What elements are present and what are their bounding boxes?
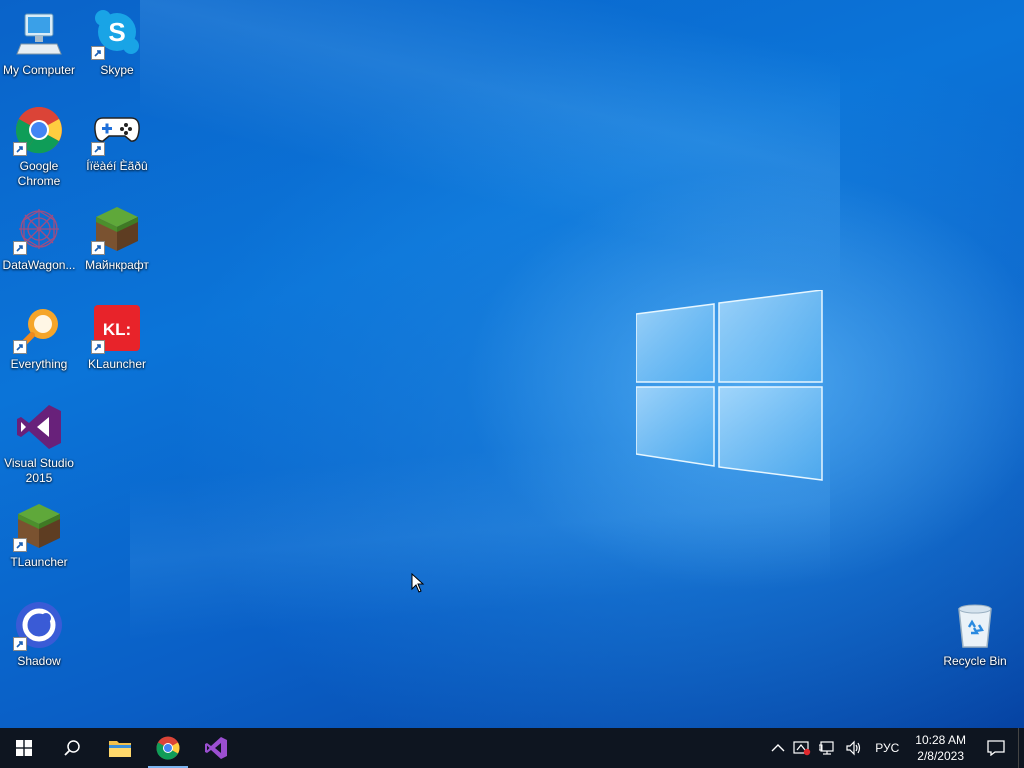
network-icon bbox=[819, 741, 834, 755]
shortcut-arrow-icon bbox=[91, 46, 105, 60]
desktop-icon-my-computer[interactable]: My Computer bbox=[0, 10, 78, 78]
start-button[interactable] bbox=[0, 728, 48, 768]
volume-button[interactable] bbox=[841, 728, 867, 768]
show-hidden-icons-button[interactable] bbox=[767, 728, 789, 768]
clock-date: 2/8/2023 bbox=[917, 749, 964, 763]
mouse-cursor-icon bbox=[411, 573, 425, 593]
chevron-up-icon bbox=[771, 744, 785, 752]
desktop-icon-label: DataWagon... bbox=[2, 258, 76, 272]
taskbar-file-explorer[interactable] bbox=[96, 728, 144, 768]
desktop-icon-label: KLauncher bbox=[87, 357, 147, 371]
tray-app-button[interactable] bbox=[789, 728, 815, 768]
show-desktop-button[interactable] bbox=[1018, 728, 1024, 768]
shortcut-arrow-icon bbox=[91, 241, 105, 255]
chrome-icon bbox=[13, 106, 63, 156]
windows-logo-wallpaper bbox=[636, 290, 823, 481]
desktop-icon-minecraft[interactable]: Майнкрафт bbox=[78, 205, 156, 273]
input-language-button[interactable]: РУС bbox=[867, 728, 907, 768]
desktop-icon-visual-studio-2015[interactable]: Visual Studio 2015 bbox=[0, 403, 78, 486]
folder-icon bbox=[109, 741, 131, 757]
desktop-icon-tlauncher[interactable]: TLauncher bbox=[0, 502, 78, 570]
shortcut-arrow-icon bbox=[13, 142, 27, 156]
notification-icon bbox=[987, 740, 1005, 756]
windows-start-icon bbox=[16, 740, 32, 756]
skype-logo-text: S bbox=[108, 17, 125, 47]
clock-time: 10:28 AM bbox=[915, 733, 966, 747]
desktop-icon-recycle-bin[interactable]: Recycle Bin bbox=[936, 601, 1014, 669]
desktop-icon-skype[interactable]: S Skype bbox=[78, 10, 156, 78]
taskbar-visual-studio[interactable] bbox=[192, 728, 240, 768]
shadow-icon bbox=[13, 601, 63, 651]
computer-icon bbox=[15, 10, 63, 58]
desktop-icon-google-chrome[interactable]: Google Chrome bbox=[0, 106, 78, 189]
search-icon bbox=[64, 740, 80, 756]
desktop[interactable]: My Computer S Skype Google Chrome Íïëàéí… bbox=[0, 0, 1024, 728]
desktop-icon-klauncher[interactable]: KL: KLauncher bbox=[78, 304, 156, 372]
desktop-icon-label: TLauncher bbox=[10, 555, 68, 569]
gamepad-icon bbox=[91, 106, 141, 156]
desktop-icon-label: Visual Studio 2015 bbox=[4, 456, 74, 485]
chrome-icon bbox=[156, 736, 180, 760]
desktop-icon-label: Майнкрафт bbox=[85, 258, 149, 272]
visual-studio-icon bbox=[205, 737, 227, 759]
magnifier-icon bbox=[13, 304, 63, 354]
shortcut-arrow-icon bbox=[91, 142, 105, 156]
desktop-icon-label: Shadow bbox=[17, 654, 61, 668]
desktop-icon-label: Everything bbox=[10, 357, 68, 371]
desktop-icon-everything[interactable]: Everything bbox=[0, 304, 78, 372]
shortcut-arrow-icon bbox=[13, 538, 27, 552]
desktop-icon-datawagon[interactable]: DataWagon... bbox=[0, 205, 78, 273]
system-tray: РУС 10:28 AM 2/8/2023 bbox=[767, 728, 1024, 768]
recycle-bin-icon bbox=[951, 601, 999, 649]
skype-icon: S bbox=[91, 10, 141, 60]
wallpaper-light-beam bbox=[140, 0, 840, 290]
search-button[interactable] bbox=[48, 728, 96, 768]
klauncher-logo-text: KL: bbox=[103, 320, 131, 339]
network-button[interactable] bbox=[815, 728, 841, 768]
clock[interactable]: 10:28 AM 2/8/2023 bbox=[907, 732, 974, 764]
desktop-icon-games[interactable]: Íïëàéí Èãðû bbox=[78, 106, 156, 174]
shortcut-arrow-icon bbox=[91, 340, 105, 354]
desktop-icon-label: Recycle Bin bbox=[943, 654, 1007, 668]
tlauncher-grass-block-icon bbox=[13, 502, 63, 552]
visual-studio-icon bbox=[15, 403, 63, 451]
shortcut-arrow-icon bbox=[13, 241, 27, 255]
speaker-icon bbox=[846, 740, 861, 756]
desktop-icon-label: Skype bbox=[100, 63, 134, 77]
datawagon-icon bbox=[13, 205, 63, 255]
action-center-button[interactable] bbox=[974, 728, 1018, 768]
minecraft-grass-block-icon bbox=[91, 205, 141, 255]
shortcut-arrow-icon bbox=[13, 637, 27, 651]
shortcut-arrow-icon bbox=[13, 340, 27, 354]
taskbar: РУС 10:28 AM 2/8/2023 bbox=[0, 728, 1024, 768]
tray-app-icon bbox=[793, 741, 811, 756]
desktop-icon-label: My Computer bbox=[2, 63, 76, 77]
desktop-icon-label: Íïëàéí Èãðû bbox=[86, 159, 148, 173]
klauncher-icon: KL: bbox=[91, 304, 141, 354]
desktop-icon-shadow[interactable]: Shadow bbox=[0, 601, 78, 669]
desktop-icon-label: Google Chrome bbox=[17, 159, 61, 188]
taskbar-google-chrome[interactable] bbox=[144, 728, 192, 768]
